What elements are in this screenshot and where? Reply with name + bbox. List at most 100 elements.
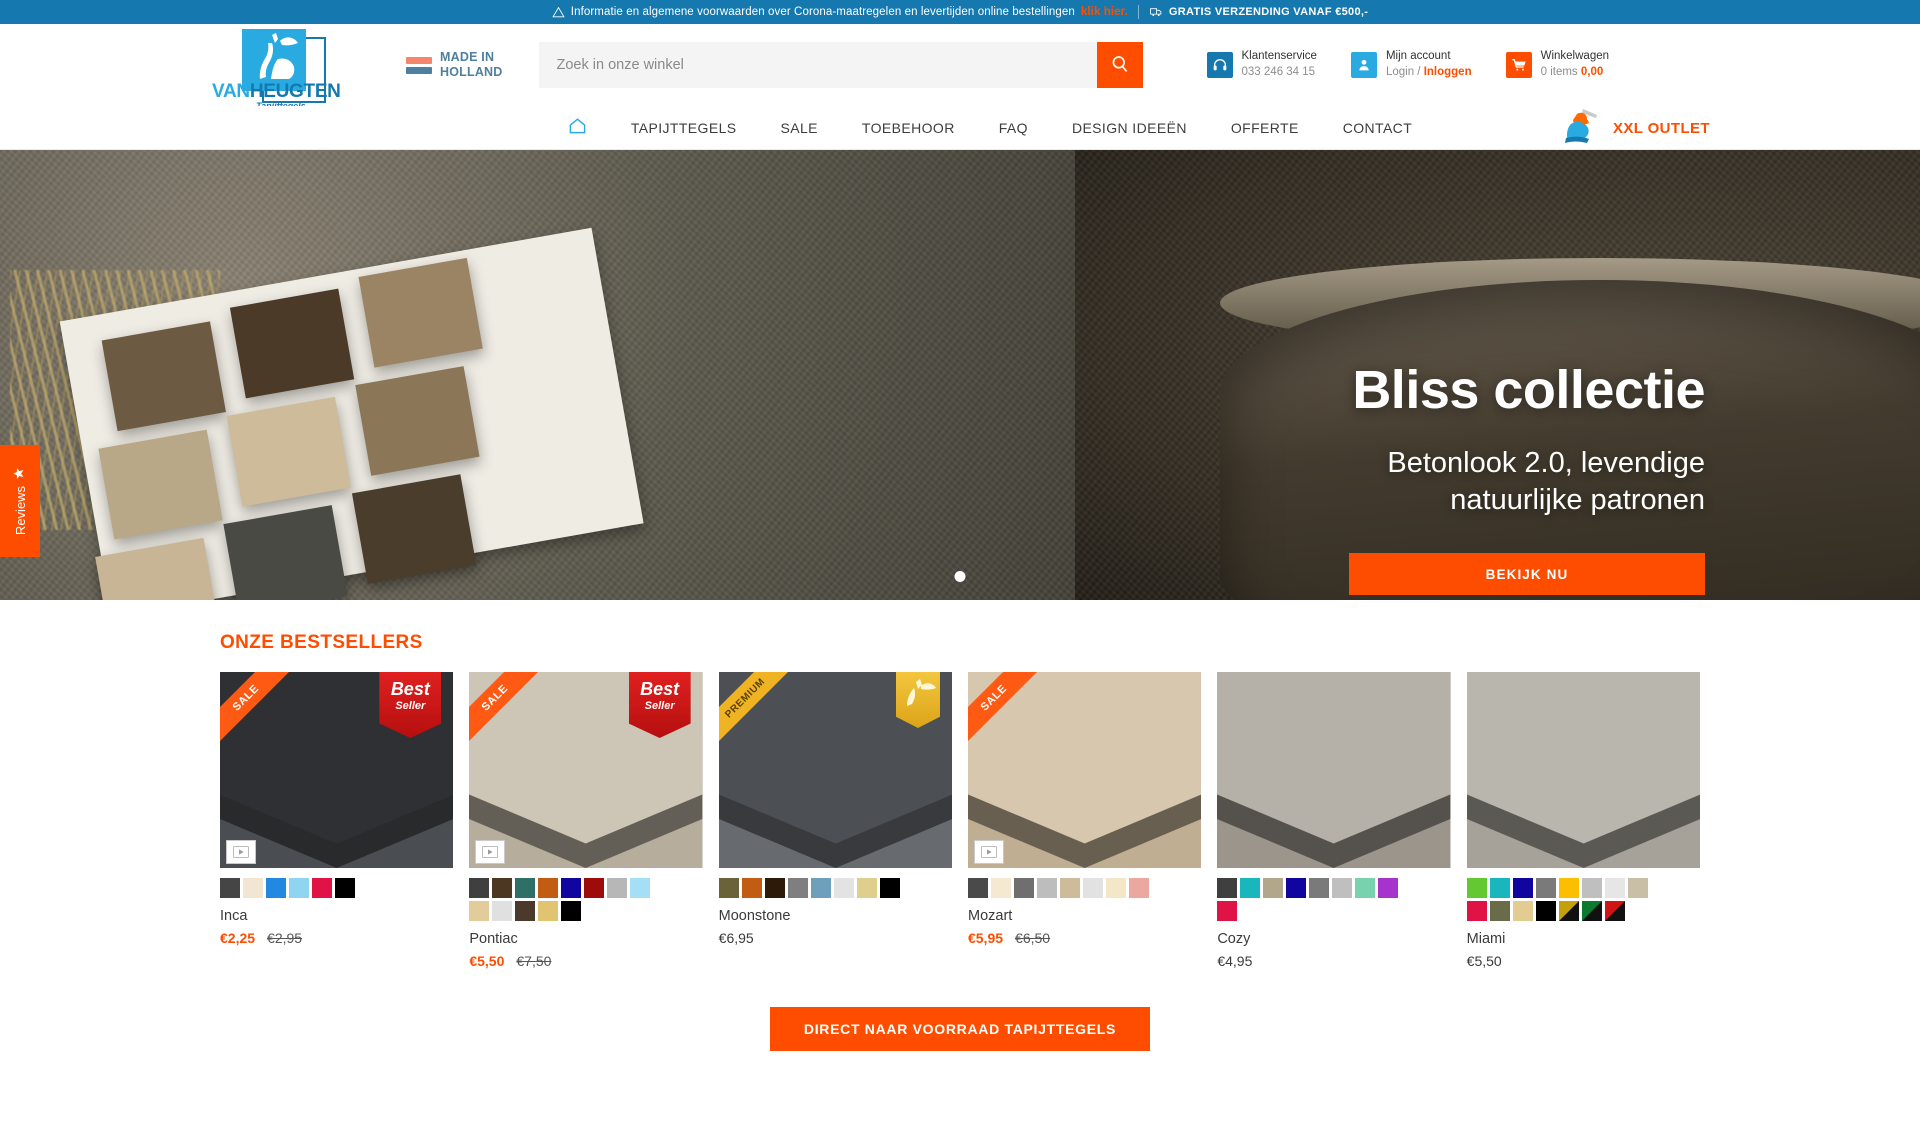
- color-swatch[interactable]: [990, 878, 1011, 898]
- product-name[interactable]: Mozart: [968, 908, 1201, 924]
- product-image[interactable]: SALE Best Seller: [220, 672, 454, 868]
- color-swatch[interactable]: [1355, 878, 1376, 898]
- color-swatch[interactable]: [289, 878, 309, 898]
- color-swatch[interactable]: [1240, 878, 1261, 898]
- color-swatch[interactable]: [584, 878, 605, 898]
- color-swatch[interactable]: [1558, 878, 1579, 898]
- color-swatch[interactable]: [833, 878, 854, 898]
- color-swatch[interactable]: [1581, 878, 1602, 898]
- color-swatch[interactable]: [492, 901, 513, 921]
- corona-notice-link[interactable]: klik hier.: [1081, 6, 1128, 18]
- nav-item-tapijttegels[interactable]: TAPIJTTEGELS: [609, 120, 759, 136]
- color-swatch[interactable]: [515, 901, 536, 921]
- color-swatch[interactable]: [718, 878, 739, 898]
- color-swatch[interactable]: [1512, 878, 1533, 898]
- color-swatch[interactable]: [220, 878, 240, 898]
- color-swatch[interactable]: [538, 878, 559, 898]
- color-swatch[interactable]: [1627, 878, 1648, 898]
- customer-service-link[interactable]: Klantenservice 033 246 34 15: [1206, 49, 1317, 80]
- color-swatch[interactable]: [1512, 901, 1533, 921]
- color-swatch[interactable]: [1604, 901, 1625, 921]
- product-name[interactable]: Cozy: [1217, 931, 1450, 947]
- color-swatch[interactable]: [967, 878, 988, 898]
- color-swatch[interactable]: [312, 878, 332, 898]
- color-swatch[interactable]: [1263, 878, 1284, 898]
- color-swatch[interactable]: [243, 878, 263, 898]
- product-card[interactable]: SALE Best Seller Pontiac €5,50 €7,50: [469, 672, 703, 969]
- product-name[interactable]: Miami: [1467, 931, 1700, 947]
- site-logo[interactable]: VANHEUGTEN Tapijttegels: [212, 25, 344, 111]
- color-swatch[interactable]: [741, 878, 762, 898]
- search-button[interactable]: [1096, 42, 1143, 88]
- color-swatch[interactable]: [469, 901, 490, 921]
- color-swatch[interactable]: [810, 878, 831, 898]
- product-name[interactable]: Inca: [220, 908, 453, 924]
- shopping-cart-link[interactable]: Winkelwagen 0 items 0,00: [1505, 49, 1609, 80]
- product-card[interactable]: SALE Mozart €5,95 €6,50: [967, 672, 1202, 969]
- color-swatch[interactable]: [469, 878, 490, 898]
- nav-item-toebehoor[interactable]: TOEBEHOOR: [840, 120, 977, 136]
- product-name[interactable]: Moonstone: [719, 908, 952, 924]
- color-swatch[interactable]: [856, 878, 877, 898]
- color-swatch[interactable]: [1036, 878, 1057, 898]
- color-swatch[interactable]: [1128, 878, 1149, 898]
- color-swatch[interactable]: [515, 878, 536, 898]
- color-swatch[interactable]: [561, 901, 582, 921]
- product-image[interactable]: [1466, 672, 1700, 868]
- nav-item-contact[interactable]: CONTACT: [1321, 120, 1434, 136]
- color-swatch[interactable]: [1013, 878, 1034, 898]
- my-account-link[interactable]: Mijn account Login / Inloggen: [1350, 49, 1472, 80]
- color-swatch[interactable]: [1378, 878, 1399, 898]
- color-swatch[interactable]: [1489, 901, 1510, 921]
- product-card[interactable]: SALE Best Seller Inca €2,25 €2,95: [220, 672, 454, 969]
- color-swatch[interactable]: [538, 901, 559, 921]
- color-swatch[interactable]: [1581, 901, 1602, 921]
- color-swatch[interactable]: [335, 878, 355, 898]
- color-swatch[interactable]: [1466, 901, 1487, 921]
- nav-item-offerte[interactable]: OFFERTE: [1209, 120, 1321, 136]
- hero-carousel-dots[interactable]: [954, 571, 966, 582]
- color-swatch[interactable]: [764, 878, 785, 898]
- login-link[interactable]: Inloggen: [1424, 66, 1472, 78]
- hero-dot-1[interactable]: [954, 571, 966, 582]
- color-swatch[interactable]: [607, 878, 628, 898]
- color-swatch[interactable]: [1082, 878, 1103, 898]
- hero-cta-button[interactable]: BEKIJK NU: [1349, 553, 1705, 596]
- color-swatch[interactable]: [1558, 901, 1579, 921]
- product-image[interactable]: [1217, 672, 1451, 868]
- color-swatch[interactable]: [1059, 878, 1080, 898]
- color-swatch[interactable]: [1217, 878, 1238, 898]
- color-swatch[interactable]: [1604, 878, 1625, 898]
- product-card[interactable]: Miami €5,50: [1466, 672, 1700, 969]
- color-swatch[interactable]: [630, 878, 651, 898]
- color-swatch[interactable]: [1286, 878, 1307, 898]
- color-swatch[interactable]: [266, 878, 286, 898]
- color-swatch[interactable]: [1332, 878, 1353, 898]
- xxl-outlet-link[interactable]: XXL OUTLET: [1557, 106, 1710, 150]
- video-play-icon[interactable]: [226, 840, 256, 864]
- product-image[interactable]: PREMIUM: [718, 672, 952, 868]
- product-card[interactable]: PREMIUM Moonstone €6,95: [718, 672, 952, 969]
- color-swatch[interactable]: [787, 878, 808, 898]
- video-play-icon[interactable]: [475, 840, 506, 864]
- product-image[interactable]: SALE: [967, 672, 1202, 868]
- product-card[interactable]: Cozy €4,95: [1217, 672, 1451, 969]
- video-play-icon[interactable]: [973, 840, 1004, 864]
- color-swatch[interactable]: [561, 878, 582, 898]
- reviews-side-tab[interactable]: Reviews: [0, 445, 40, 557]
- nav-item-home[interactable]: [546, 116, 609, 140]
- color-swatch[interactable]: [1535, 901, 1556, 921]
- product-image[interactable]: SALE Best Seller: [469, 672, 703, 868]
- color-swatch[interactable]: [1466, 878, 1487, 898]
- search-input[interactable]: [538, 42, 1097, 88]
- color-swatch[interactable]: [1489, 878, 1510, 898]
- product-name[interactable]: Pontiac: [469, 931, 702, 947]
- nav-item-sale[interactable]: SALE: [759, 120, 840, 136]
- nav-item-faq[interactable]: FAQ: [977, 120, 1050, 136]
- color-swatch[interactable]: [1105, 878, 1126, 898]
- stock-cta-button[interactable]: DIRECT NAAR VOORRAAD TAPIJTTEGELS: [769, 1007, 1151, 1051]
- color-swatch[interactable]: [879, 878, 900, 898]
- nav-item-design-ideeen[interactable]: DESIGN IDEEËN: [1050, 120, 1209, 136]
- color-swatch[interactable]: [1217, 901, 1238, 921]
- color-swatch[interactable]: [1535, 878, 1556, 898]
